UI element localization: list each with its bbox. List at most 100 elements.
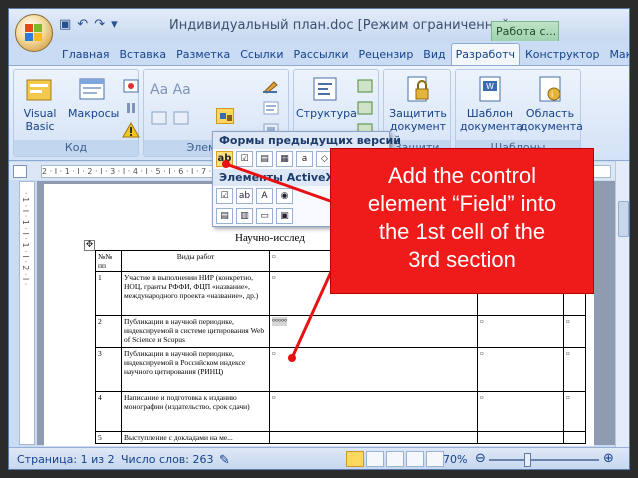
office-button[interactable] xyxy=(15,14,53,52)
row-num[interactable]: 2 xyxy=(95,315,122,348)
structure-button[interactable]: Структура xyxy=(296,74,357,120)
row-num[interactable]: 5 xyxy=(95,431,122,444)
header-num[interactable]: №№ пп xyxy=(95,250,122,272)
table-cell[interactable]: ¤ xyxy=(563,315,586,348)
properties-icon[interactable] xyxy=(262,100,280,116)
row-text[interactable]: Выступление с докладами на ме... xyxy=(121,431,270,444)
tab-view[interactable]: Вид xyxy=(418,43,450,65)
activex-toggle-icon[interactable]: ▣ xyxy=(276,208,293,224)
tab-table-layout[interactable]: Макет xyxy=(604,43,629,65)
tab-insert[interactable]: Вставка xyxy=(115,43,172,65)
header-type[interactable]: Виды работ xyxy=(121,250,270,272)
tab-selector-button[interactable] xyxy=(13,165,27,178)
tab-review[interactable]: Рецензир xyxy=(353,43,418,65)
tab-developer[interactable]: Разработч xyxy=(450,43,520,65)
frame-icon[interactable]: ▦ xyxy=(276,151,293,167)
callout-line: 3rd section xyxy=(408,247,516,272)
macros-button[interactable]: Макросы xyxy=(68,74,119,120)
row-text[interactable]: Написание и подготовка к изданию моногра… xyxy=(121,391,270,432)
tab-design[interactable]: Конструктор xyxy=(520,43,604,65)
text-field-button[interactable]: ab xyxy=(216,151,233,167)
qat-customize-icon[interactable]: ▾ xyxy=(111,17,118,32)
legacy-tools-icon[interactable] xyxy=(216,108,234,124)
table-move-handle-icon[interactable]: ✥ xyxy=(84,240,95,251)
scroll-thumb[interactable] xyxy=(618,201,629,237)
protect-document-button[interactable]: Защитить документ xyxy=(388,74,448,133)
zoom-out-icon[interactable]: ⊖ xyxy=(475,451,486,466)
macro-security-icon[interactable] xyxy=(122,121,140,138)
zoom-slider-knob[interactable] xyxy=(524,453,531,467)
table-cell[interactable]: ¤ xyxy=(563,347,586,392)
record-macro-icon[interactable] xyxy=(122,78,140,94)
vertical-ruler-ticks: · 1 · I · 1 · I · 1 · I · 2 · I · xyxy=(21,192,30,286)
office-logo-icon xyxy=(25,24,43,42)
vertical-ruler[interactable]: · 1 · I · 1 · I · 1 · I · 2 · I · xyxy=(19,181,35,445)
proofing-icon[interactable]: ✎ xyxy=(219,453,230,468)
context-tab-table-tools[interactable]: Работа с... xyxy=(491,21,559,41)
target-cell[interactable]: ¤ xyxy=(269,347,478,392)
table-cell[interactable]: ¤ xyxy=(477,391,564,432)
form-field-mark[interactable]: °°°°° xyxy=(272,317,287,326)
redo-icon[interactable]: ↷ xyxy=(94,17,105,32)
row-text[interactable]: Публикации в научной периодике, индексир… xyxy=(121,347,270,392)
ribbon-tabs: Главная Вставка Разметка Ссылки Рассылки… xyxy=(57,43,629,65)
row-text[interactable]: Публикации в научной периодике, индексир… xyxy=(121,315,270,348)
picture-control-icon[interactable] xyxy=(150,110,168,126)
row-num[interactable]: 3 xyxy=(95,347,122,392)
code-group-title: Код xyxy=(14,140,138,156)
templates-group: W Шаблон документа i Область документа Ш… xyxy=(455,69,583,157)
undo-icon[interactable]: ↶ xyxy=(77,17,88,32)
document-region-label: Область документа xyxy=(520,107,583,133)
activex-radio-icon[interactable]: ◉ xyxy=(276,188,293,204)
design-mode-icon[interactable] xyxy=(262,78,280,94)
zoom-level[interactable]: 70% xyxy=(443,453,467,466)
quick-access-toolbar: ▣ ↶ ↷ ▾ xyxy=(59,17,118,32)
dropdown-field-icon[interactable]: ▤ xyxy=(256,151,273,167)
activex-listbox-icon[interactable]: ▥ xyxy=(236,208,253,224)
transform-icon[interactable] xyxy=(356,100,374,116)
row-text[interactable]: Участие в выполнении НИР (конкретно, НОЦ… xyxy=(121,271,270,316)
visual-basic-button[interactable]: Visual Basic xyxy=(16,74,64,133)
page-count[interactable]: Страница: 1 из 2 xyxy=(17,453,115,466)
tab-mailings[interactable]: Рассылки xyxy=(288,43,353,65)
vertical-scrollbar[interactable] xyxy=(615,161,629,447)
web-layout-view-icon[interactable] xyxy=(386,451,404,467)
activex-checkbox-icon[interactable]: ☑ xyxy=(216,188,233,204)
activex-button-icon[interactable]: ▭ xyxy=(256,208,273,224)
text-control-icon[interactable]: Аа Аа xyxy=(150,82,191,98)
activex-textbox-icon[interactable]: ab xyxy=(236,188,253,204)
activex-label-icon[interactable]: A xyxy=(256,188,273,204)
tab-layout[interactable]: Разметка xyxy=(171,43,235,65)
save-icon[interactable]: ▣ xyxy=(59,17,71,32)
table-cell[interactable]: ¤ xyxy=(477,315,564,348)
table-cell[interactable]: ¤ xyxy=(269,391,478,432)
document-region-button[interactable]: i Область документа xyxy=(520,74,583,133)
view-buttons xyxy=(346,451,444,467)
shading-icon[interactable]: a xyxy=(296,151,313,167)
activex-combobox-icon[interactable]: ▤ xyxy=(216,208,233,224)
tab-references[interactable]: Ссылки xyxy=(235,43,288,65)
row-num[interactable]: 4 xyxy=(95,391,122,432)
word-count[interactable]: Число слов: 263 xyxy=(121,453,214,466)
zoom-in-icon[interactable]: ⊕ xyxy=(603,451,614,466)
table-cell[interactable] xyxy=(269,431,478,444)
table-cell[interactable]: ¤ xyxy=(477,347,564,392)
draft-view-icon[interactable] xyxy=(426,451,444,467)
print-layout-view-icon[interactable] xyxy=(346,451,364,467)
table-cell[interactable]: ¤ xyxy=(563,391,586,432)
code-group: Visual Basic Макросы Код xyxy=(13,69,140,157)
inserted-field-cell[interactable]: °°°°° xyxy=(269,315,478,348)
document-template-button[interactable]: W Шаблон документа xyxy=(460,74,523,133)
combo-control-icon[interactable] xyxy=(172,110,190,126)
table-cell[interactable] xyxy=(477,431,564,444)
pause-icon[interactable] xyxy=(122,100,140,116)
checkbox-field-icon[interactable]: ☑ xyxy=(236,151,253,167)
outline-view-icon[interactable] xyxy=(406,451,424,467)
document-heading: Научно-исслед xyxy=(235,232,305,244)
zoom-slider[interactable] xyxy=(489,459,599,461)
full-screen-view-icon[interactable] xyxy=(366,451,384,467)
table-cell[interactable] xyxy=(563,431,586,444)
schema-icon[interactable] xyxy=(356,78,374,94)
tab-home[interactable]: Главная xyxy=(57,43,115,65)
row-num[interactable]: 1 xyxy=(95,271,122,316)
